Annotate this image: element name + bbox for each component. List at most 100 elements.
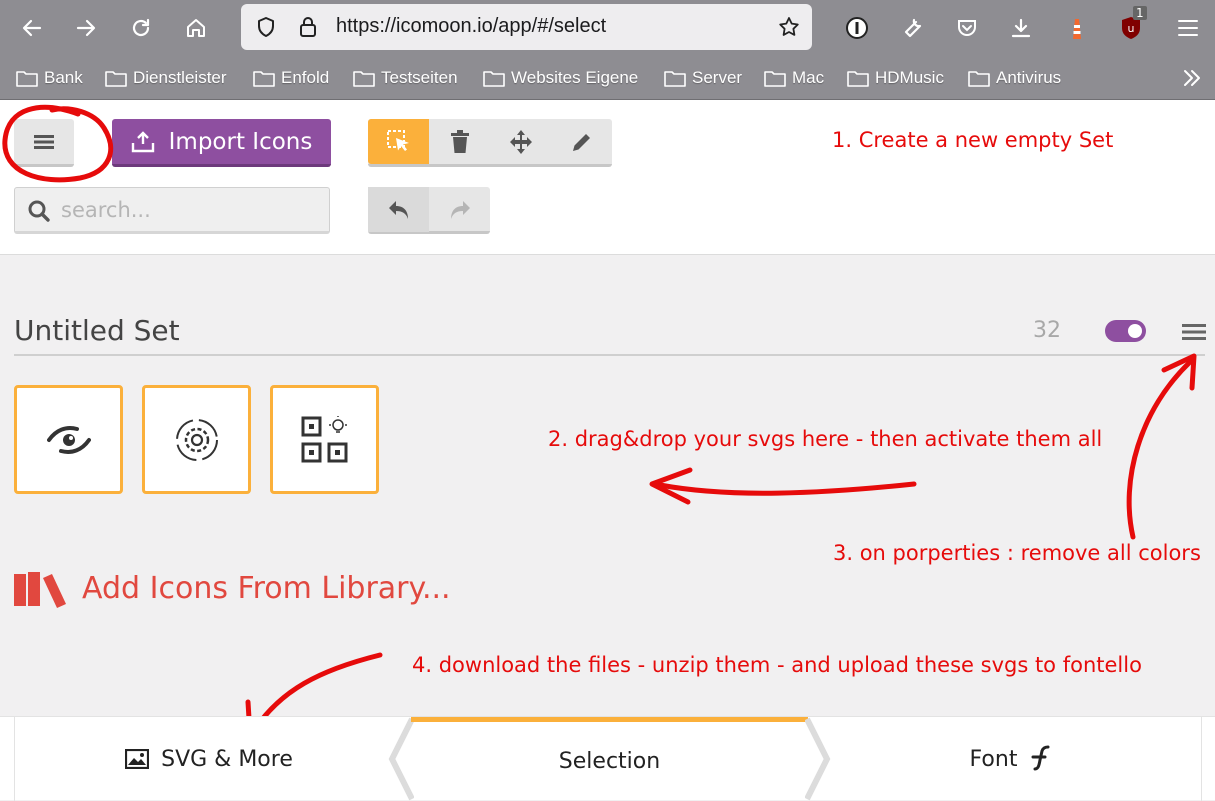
hamburger-menu-icon[interactable] [1170,10,1206,46]
password-manager-icon[interactable] [839,10,875,46]
bookmark-label: Antivirus [996,68,1062,87]
redo-button[interactable] [429,187,490,232]
set-menu-icon[interactable] [1182,323,1206,341]
add-from-library-link[interactable]: Add Icons From Library... [14,568,451,608]
extension-badge: 1 [1133,6,1147,20]
bookmark-star-icon[interactable] [777,15,801,39]
folder-icon [664,71,686,87]
mode-toolbar [368,119,612,167]
library-label: Add Icons From Library... [82,570,451,606]
forward-icon[interactable] [68,10,104,46]
bottom-tab-bar: SVG & More Selection Font [0,716,1215,801]
glyph-cell[interactable] [142,385,251,494]
browser-toolbar: https://icomoon.io/app/#/select u 1 [0,0,1215,56]
toggle-knob [1128,324,1142,338]
hamburger-icon [34,134,54,149]
lock-icon[interactable] [297,15,319,39]
folder-icon [483,71,505,87]
search-box[interactable] [14,187,330,234]
annotation-step-1: 1. Create a new empty Set [832,128,1114,152]
tab-separator-chevron [388,717,414,801]
tab-font[interactable]: Font [820,717,1201,801]
bookmark-folder[interactable]: Testseiten [353,66,458,90]
wrench-icon[interactable] [894,10,930,46]
ublock-icon[interactable]: u 1 [1113,6,1149,46]
tab-font-label: Font [969,746,1018,772]
bookmarks-overflow-icon[interactable] [1182,66,1202,90]
import-icon [131,130,154,152]
qr-code-bulb-icon [301,415,347,462]
bookmark-folder[interactable]: Server [664,66,742,90]
image-icon [125,749,150,769]
history-toolbar [368,187,490,234]
edit-mode-button[interactable] [551,119,612,164]
svg-text:u: u [1128,22,1135,35]
trash-icon [450,129,469,153]
annotation-step-4: 4. download the files - unzip them - and… [412,653,1142,677]
tab-svg-more[interactable]: SVG & More [14,717,404,801]
bookmark-folder[interactable]: Antivirus [968,66,1061,90]
bookmark-folder[interactable]: HDMusic [847,66,944,90]
folder-icon [253,71,275,87]
import-icons-button[interactable]: Import Icons [112,119,331,167]
folder-icon [847,71,869,87]
set-divider [14,354,1205,356]
download-icon[interactable] [1003,10,1039,46]
gear-cycle-icon [175,418,218,461]
url-bar[interactable]: https://icomoon.io/app/#/select [241,4,812,50]
eye-swirl-icon [46,425,91,454]
folder-icon [105,71,127,87]
pocket-icon[interactable] [949,10,985,46]
set-title[interactable]: Untitled Set [14,314,180,347]
select-mode-button[interactable] [368,119,429,164]
bookmark-label: HDMusic [875,68,944,87]
bookmark-folder[interactable]: Mac [764,66,824,90]
bookmark-label: Server [692,68,743,87]
bookmark-label: Dienstleister [133,68,227,87]
bookmark-label: Enfold [281,68,330,87]
folder-icon [16,71,38,87]
tab-selection[interactable]: Selection [411,717,808,801]
bookmark-folder[interactable]: Enfold [253,66,329,90]
undo-icon [388,200,408,219]
annotation-step-2: 2. drag&drop your svgs here - then activ… [548,427,1103,451]
annotation-arrowhead-step-3 [1161,353,1197,391]
search-input[interactable] [61,196,321,224]
home-icon[interactable] [178,10,214,46]
move-mode-button[interactable] [490,119,551,164]
undo-button[interactable] [368,187,429,232]
annotation-step-3: 3. on porperties : remove all colors [833,541,1201,565]
search-icon [28,200,50,222]
bookmark-label: Bank [44,68,83,87]
folder-icon [764,71,786,87]
back-icon[interactable] [14,10,50,46]
font-f-icon [1031,745,1050,771]
move-arrows-icon [509,129,532,154]
annotation-arrow-step-2 [657,481,917,496]
annotation-arrowhead-step-2 [649,467,693,505]
pencil-icon [572,133,590,151]
bookmark-folder[interactable]: Bank [16,66,83,90]
annotation-arrow-step-3 [1126,359,1193,540]
bookmark-folder[interactable]: Websites Eigene [483,66,638,90]
delete-mode-button[interactable] [429,119,490,164]
lighthouse-extension-icon[interactable] [1059,10,1095,46]
glyph-cell[interactable] [270,385,379,494]
set-toggle[interactable] [1105,320,1146,342]
tab-svg-more-label: SVG & More [161,746,293,772]
folder-icon [353,71,375,87]
main-menu-button[interactable] [14,119,74,167]
app-header: Import Icons [0,100,1215,255]
folder-icon [968,71,990,87]
bookmark-folder[interactable]: Dienstleister [105,66,227,90]
url-text[interactable]: https://icomoon.io/app/#/select [336,15,606,38]
glyph-cell[interactable] [14,385,123,494]
tab-edge [1201,717,1202,801]
bookmark-label: Testseiten [381,68,458,87]
tab-selection-label: Selection [558,749,661,774]
select-cursor-icon [386,129,409,151]
bookmark-label: Websites Eigene [511,68,639,87]
shield-icon[interactable] [254,15,278,39]
bookmarks-bar: Bank Dienstleister Enfold Testseiten Web… [0,56,1215,100]
reload-icon[interactable] [123,10,159,46]
